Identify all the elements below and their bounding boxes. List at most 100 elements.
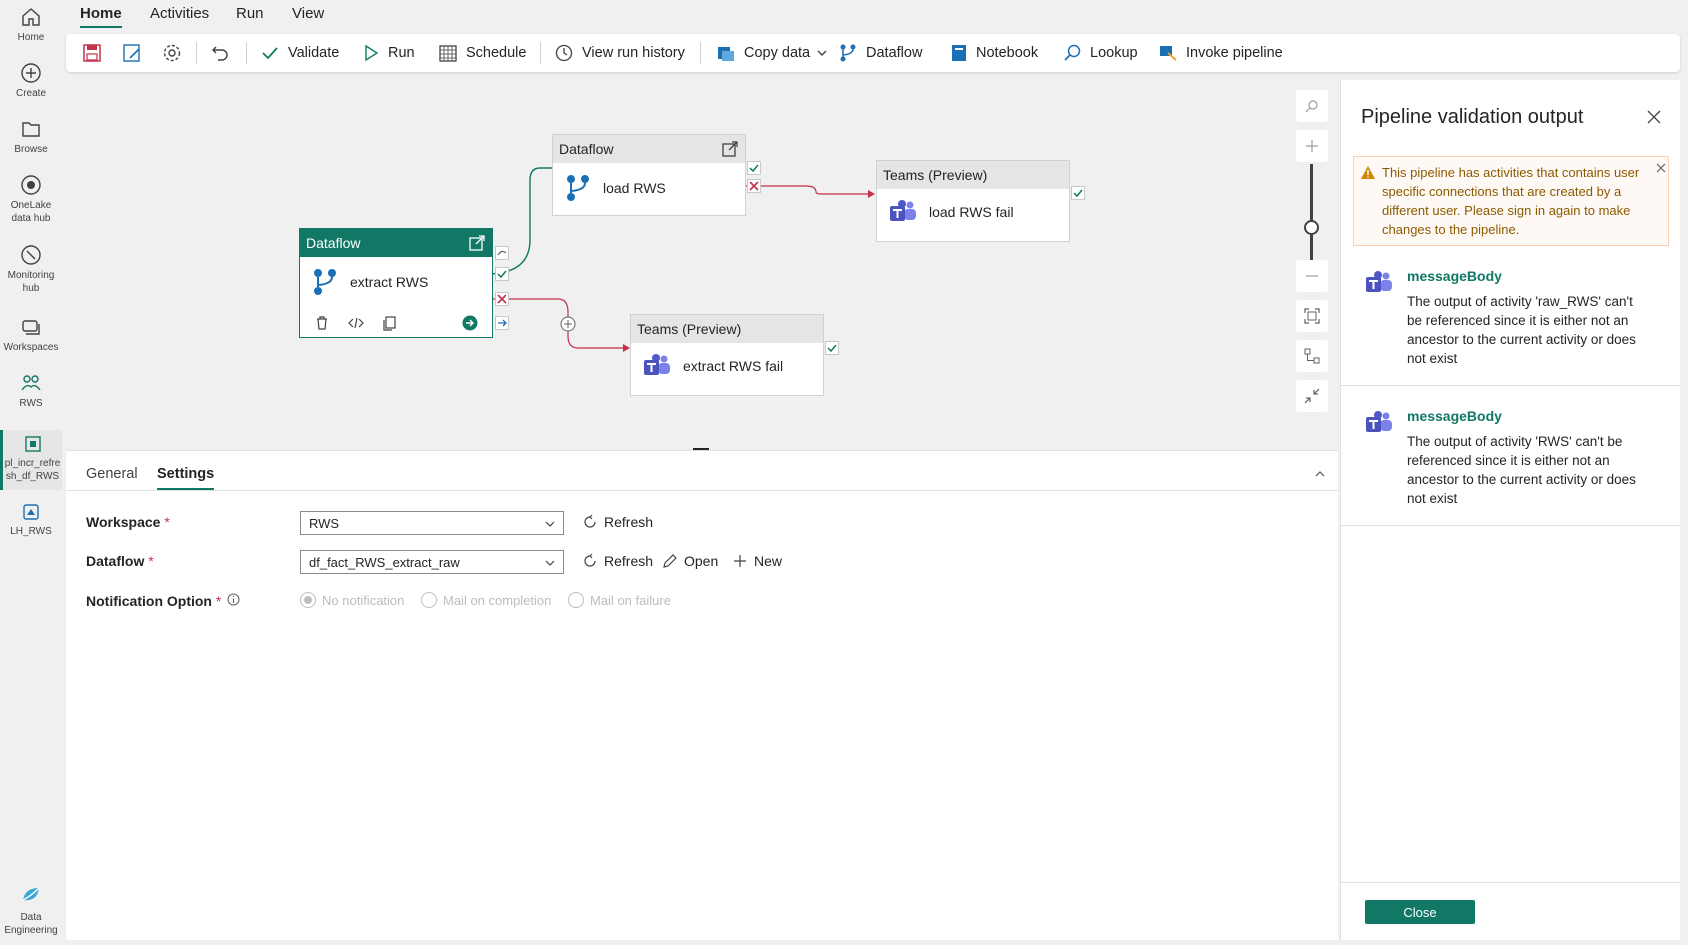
undo-icon (212, 46, 228, 61)
open-external-icon[interactable] (721, 140, 739, 158)
extract-node-type: Dataflow (306, 235, 361, 251)
view-run-history-button[interactable]: View run history (554, 34, 685, 72)
next-arrow-icon[interactable] (462, 315, 478, 331)
schedule-button[interactable]: Schedule (438, 34, 526, 72)
dataflow-field-label: Dataflow * (86, 553, 154, 569)
open-external-icon[interactable] (468, 234, 486, 252)
success-port[interactable] (495, 267, 509, 281)
rail-lakehouse[interactable]: LH_RWS (0, 502, 62, 538)
tab-settings[interactable]: Settings (157, 466, 215, 490)
collapse-button[interactable] (1296, 380, 1328, 412)
undo-button[interactable] (210, 34, 238, 72)
dataflow-new-button[interactable]: New (732, 553, 782, 569)
load-fail-node-header: Teams (Preview) (877, 161, 1069, 189)
save-as-button[interactable] (122, 34, 150, 72)
history-icon (555, 44, 573, 62)
workspace-refresh-button[interactable]: Refresh (582, 514, 653, 530)
zoom-out-button[interactable] (1296, 260, 1328, 292)
menu-activities[interactable]: Activities (150, 5, 209, 26)
delete-icon[interactable] (314, 315, 330, 331)
create-icon (21, 63, 41, 83)
notebook-button[interactable]: Notebook (950, 34, 1038, 72)
radio-no-notification[interactable]: No notification (300, 592, 404, 608)
chevron-down-icon (545, 560, 555, 566)
zoom-slider-thumb[interactable] (1304, 220, 1319, 235)
copy-data-button[interactable]: Copy data (716, 34, 836, 72)
settings-button[interactable] (162, 34, 190, 72)
radio-mail-on-completion-label: Mail on completion (443, 592, 552, 608)
rail-workspaces[interactable]: Workspaces (0, 316, 62, 354)
pipeline-canvas[interactable]: Dataflow extract RWS Dataflow load RWS T… (66, 80, 1338, 446)
extract-node-body: extract RWS (300, 257, 492, 307)
lookup-button[interactable]: Lookup (1062, 34, 1138, 72)
workspace-dropdown[interactable]: RWS (300, 511, 564, 535)
validation-message[interactable]: messageBody The output of activity 'raw_… (1341, 248, 1681, 386)
radio-circle (300, 592, 316, 608)
menu-view[interactable]: View (292, 5, 324, 26)
dataflow-icon (840, 44, 856, 62)
rail-data-engineering[interactable]: Data Engineering (0, 884, 62, 937)
rail-monitoring[interactable]: Monitoring hub (0, 244, 62, 295)
chevron-down-icon (817, 50, 827, 56)
validation-message[interactable]: messageBody The output of activity 'RWS'… (1341, 386, 1681, 526)
validate-button[interactable]: Validate (260, 34, 339, 72)
validate-label: Validate (288, 45, 340, 61)
warning-banner: This pipeline has activities that contai… (1353, 156, 1669, 246)
radio-mail-on-failure-label: Mail on failure (590, 592, 671, 608)
dismiss-warning-icon[interactable] (1656, 163, 1666, 173)
code-icon[interactable] (348, 315, 364, 331)
rail-browse[interactable]: Browse (0, 118, 62, 156)
failure-port[interactable] (495, 292, 509, 306)
save-button[interactable] (82, 34, 110, 72)
rail-rws[interactable]: RWS (0, 372, 62, 410)
checkmark-icon (827, 344, 837, 353)
tab-general[interactable]: General (86, 466, 138, 488)
rail-monitoring-label-1: Monitoring (7, 270, 55, 281)
zoom-slider-track[interactable] (1310, 164, 1313, 260)
rail-onelake[interactable]: OneLake data hub (0, 174, 62, 225)
extract-node-header: Dataflow (300, 229, 492, 257)
rail-pipeline[interactable]: pl_incr_refre sh_df_RWS (0, 430, 62, 490)
info-icon[interactable] (227, 593, 240, 606)
close-icon[interactable] (1647, 110, 1661, 124)
radio-mail-on-failure[interactable]: Mail on failure (568, 592, 671, 608)
auto-align-button[interactable] (1296, 340, 1328, 372)
dataflow-dropdown[interactable]: df_fact_RWS_extract_raw (300, 550, 564, 574)
radio-mail-on-completion[interactable]: Mail on completion (421, 592, 551, 608)
dataflow-label: Dataflow (866, 45, 923, 61)
lookup-label: Lookup (1090, 45, 1138, 61)
rail-home[interactable]: Home (0, 6, 62, 44)
chevron-up-icon[interactable] (1314, 468, 1326, 480)
extract-fail-success-port[interactable] (825, 341, 839, 355)
close-button[interactable]: Close (1365, 900, 1475, 924)
activity-load-rws-fail[interactable]: Teams (Preview) load RWS fail (876, 160, 1070, 242)
monitoring-icon (21, 245, 41, 265)
activity-load-rws[interactable]: Dataflow load RWS (552, 134, 746, 216)
search-icon (1305, 100, 1318, 113)
activity-extract-rws-fail[interactable]: Teams (Preview) extract RWS fail (630, 314, 824, 396)
canvas-search-button[interactable] (1296, 90, 1328, 122)
load-fail-success-port[interactable] (1071, 186, 1085, 200)
refresh-label: Refresh (604, 514, 654, 530)
completion-port[interactable] (495, 316, 509, 330)
skip-port[interactable] (495, 246, 509, 260)
rail-create[interactable]: Create (0, 62, 62, 100)
invoke-pipeline-label: Invoke pipeline (1186, 45, 1283, 61)
refresh-icon (584, 553, 596, 567)
radio-circle (421, 592, 437, 608)
fit-to-screen-button[interactable] (1296, 300, 1328, 332)
activity-extract-rws[interactable]: Dataflow extract RWS (299, 228, 493, 338)
dataflow-open-button[interactable]: Open (662, 553, 718, 569)
zoom-in-button[interactable] (1296, 130, 1328, 162)
invoke-pipeline-button[interactable]: Invoke pipeline (1158, 34, 1283, 72)
menu-run[interactable]: Run (236, 5, 264, 26)
copy-icon[interactable] (382, 315, 398, 331)
workspace-label-text: Workspace (86, 514, 161, 530)
dataflow-button[interactable]: Dataflow (838, 34, 922, 72)
run-button[interactable]: Run (362, 34, 415, 72)
menu-home[interactable]: Home (80, 5, 122, 28)
schedule-label: Schedule (466, 45, 527, 61)
load-success-port[interactable] (747, 161, 761, 175)
load-failure-port[interactable] (747, 179, 761, 193)
dataflow-refresh-button[interactable]: Refresh (582, 553, 653, 569)
